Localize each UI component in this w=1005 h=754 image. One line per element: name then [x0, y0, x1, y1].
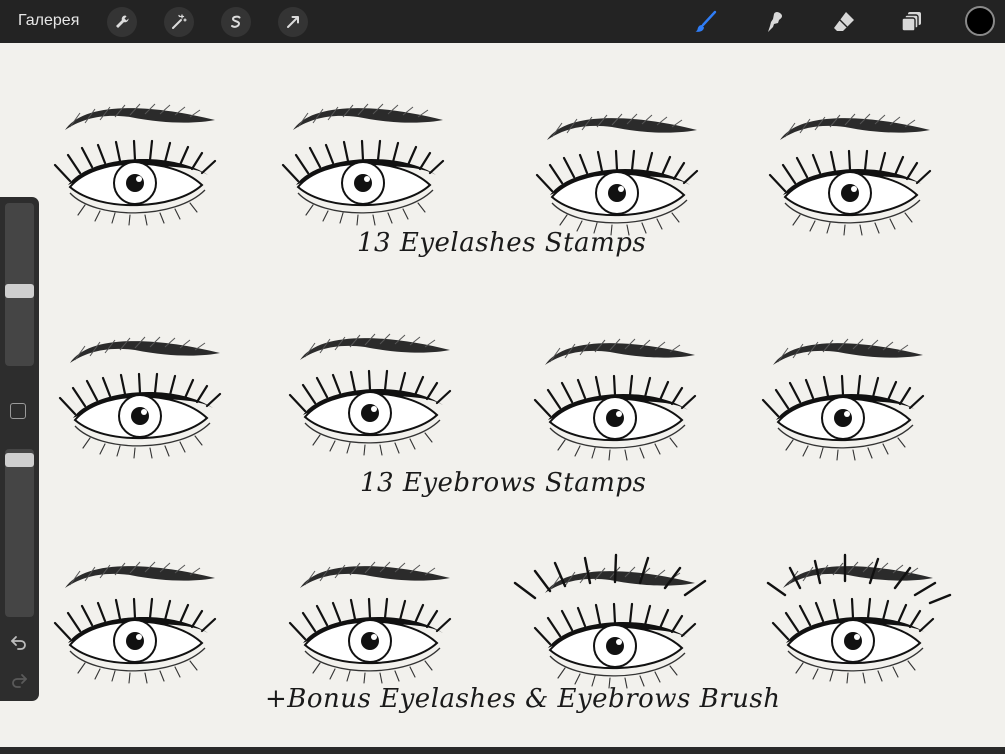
undo-icon[interactable] [9, 632, 29, 652]
wrench-icon[interactable] [107, 7, 137, 37]
selection-icon[interactable] [221, 7, 251, 37]
magic-wand-icon[interactable] [164, 7, 194, 37]
opacity-slider[interactable] [5, 449, 34, 617]
smudge-icon[interactable] [761, 8, 789, 36]
layers-icon[interactable] [898, 8, 926, 36]
opacity-thumb[interactable] [5, 453, 34, 467]
caption-eyebrows: 13 Eyebrows Stamps [360, 468, 647, 498]
modify-button[interactable] [10, 403, 26, 419]
redo-icon[interactable] [9, 670, 29, 690]
drawing-canvas[interactable]: 13 Eyelashes Stamps 13 Eyebrows Stamps +… [0, 43, 1005, 747]
brush-icon[interactable] [692, 8, 720, 36]
caption-eyelashes: 13 Eyelashes Stamps [357, 228, 647, 258]
color-picker-button[interactable] [965, 6, 995, 36]
caption-bonus: +Bonus Eyelashes & Eyebrows Brush [265, 684, 781, 714]
gallery-button[interactable]: Галерея [18, 12, 79, 30]
eye-artwork [53, 102, 952, 690]
left-sidebar [0, 197, 39, 701]
transform-arrow-icon[interactable] [278, 7, 308, 37]
brush-size-thumb[interactable] [5, 284, 34, 298]
top-toolbar: Галерея [0, 0, 1005, 43]
bottom-edge [0, 747, 1005, 754]
brush-size-slider[interactable] [5, 203, 34, 366]
eraser-icon[interactable] [830, 8, 858, 36]
